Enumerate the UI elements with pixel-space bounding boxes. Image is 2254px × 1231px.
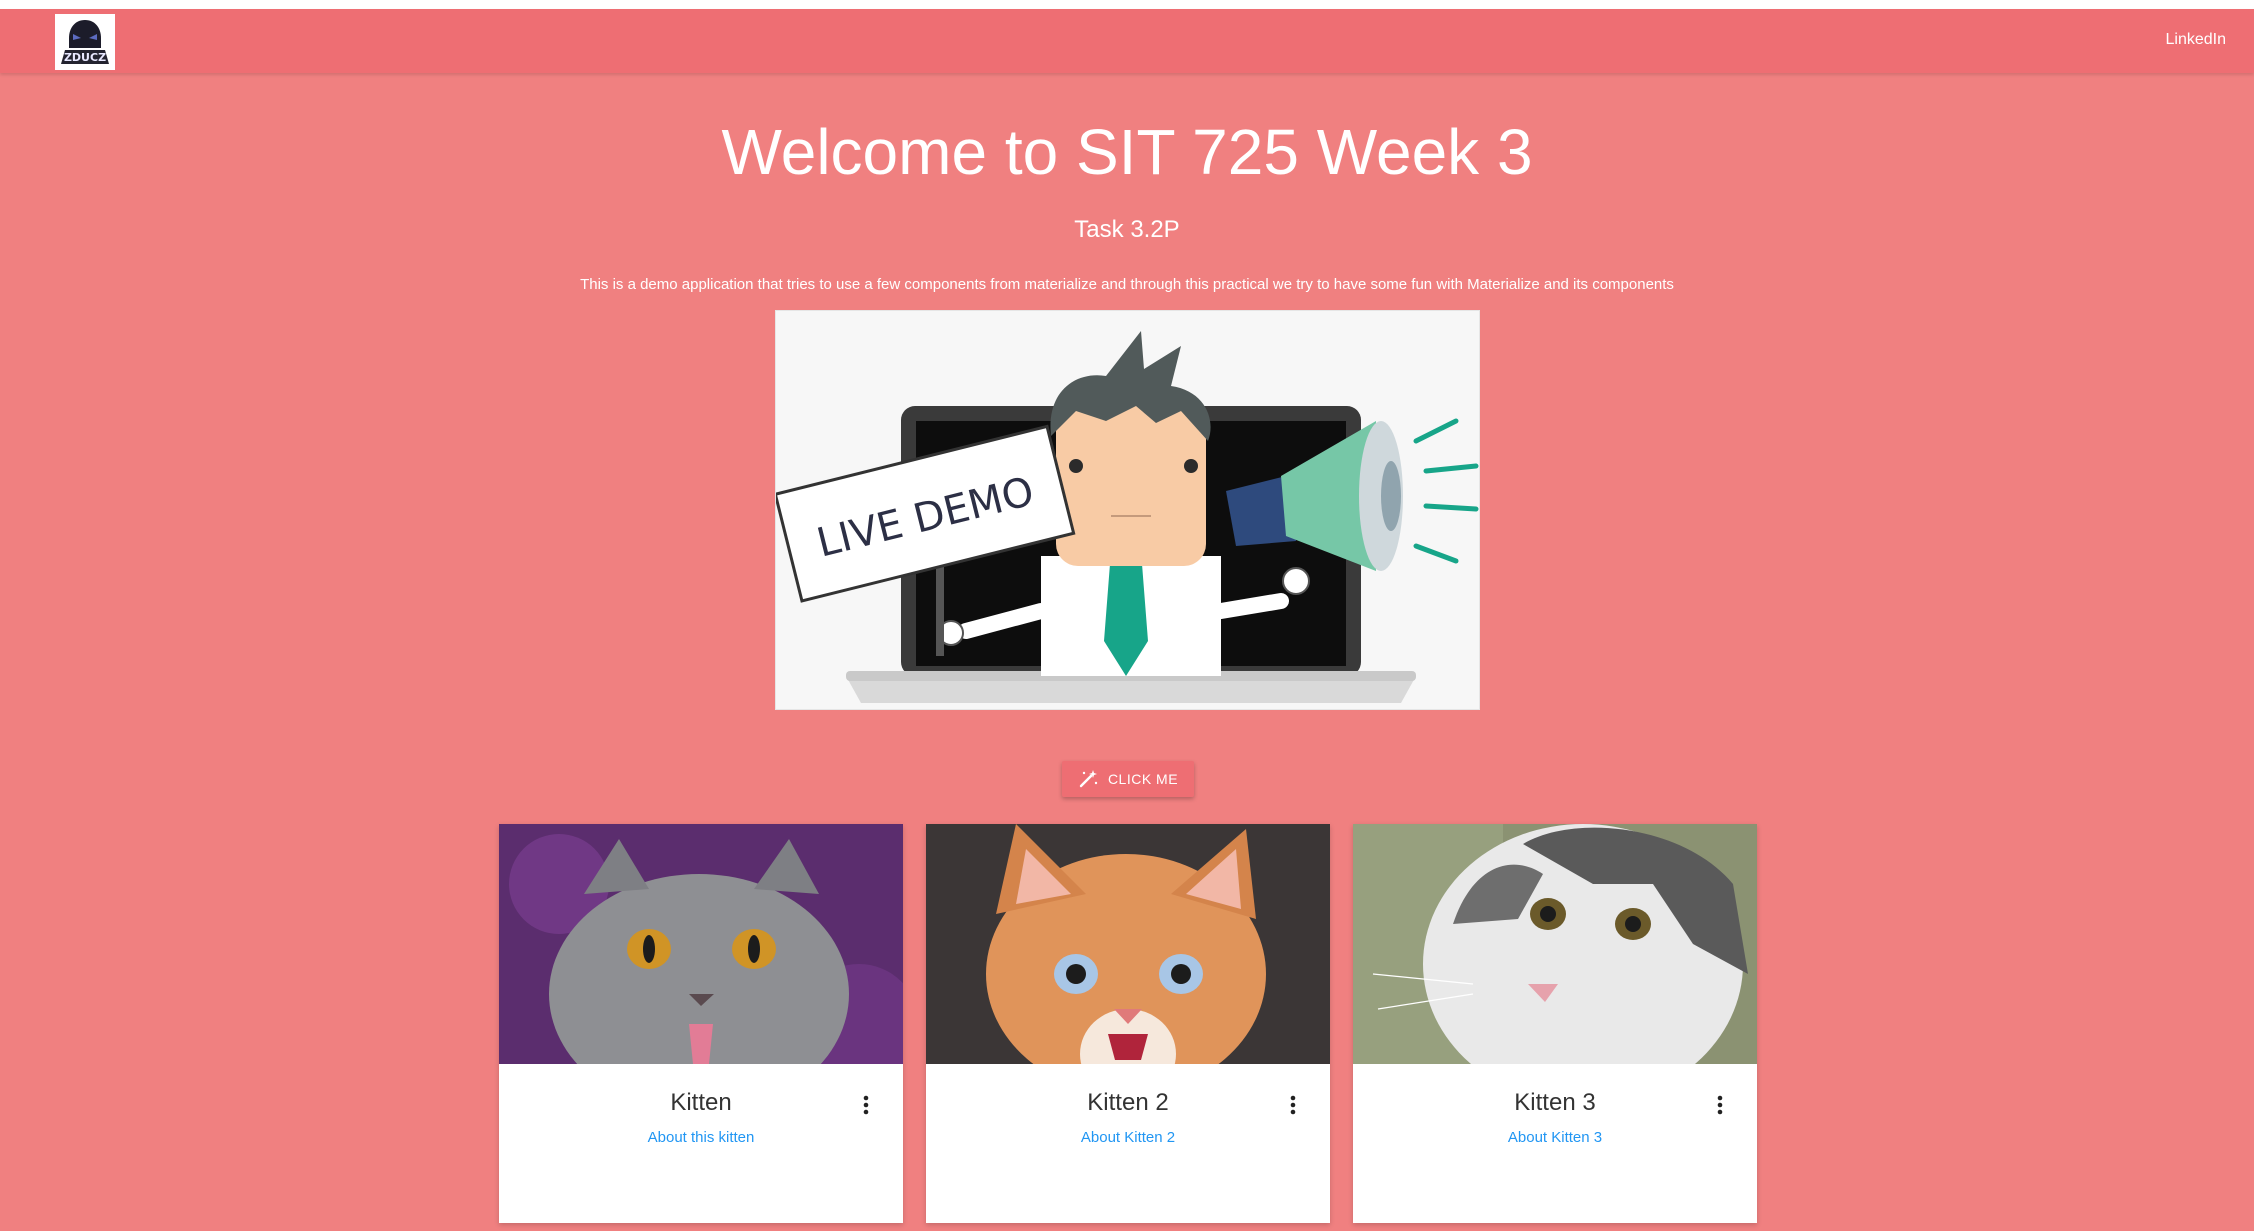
page-description: This is a demo application that tries to… <box>580 276 1674 293</box>
kitten-image-1[interactable] <box>499 824 903 1064</box>
page-title: Welcome to SIT 725 Week 3 <box>721 116 1533 188</box>
logo-icon: ZDUCZ <box>55 14 115 70</box>
kitten-card-3-title: Kitten 3 <box>1514 1089 1596 1116</box>
page-subtitle: Task 3.2P <box>1074 216 1180 243</box>
kitten-card-1-title: Kitten <box>670 1089 732 1116</box>
kitten-card-1-link[interactable]: About this kitten <box>499 1129 903 1146</box>
window-top-strip <box>0 0 2254 9</box>
kitten-card-1: Kitten About this kitten <box>499 824 903 1223</box>
kitten-image-3[interactable] <box>1353 824 1757 1064</box>
svg-text:ZDUCZ: ZDUCZ <box>64 51 106 64</box>
navbar: ZDUCZ LinkedIn <box>0 9 2254 73</box>
linkedin-link[interactable]: LinkedIn <box>2166 31 2227 49</box>
click-me-button[interactable]: CLICK ME <box>1062 761 1194 797</box>
more-vert-icon[interactable] <box>1288 1094 1298 1116</box>
kitten-card-2-title: Kitten 2 <box>1087 1089 1169 1116</box>
live-demo-image: LIVE DEMO <box>775 310 1480 710</box>
kitten-card-3-link[interactable]: About Kitten 3 <box>1353 1129 1757 1146</box>
magic-wand-icon <box>1079 770 1098 788</box>
more-vert-icon[interactable] <box>861 1094 871 1116</box>
kitten-image-2[interactable] <box>926 824 1330 1064</box>
kitten-card-2-link[interactable]: About Kitten 2 <box>926 1129 1330 1146</box>
kitten-card-3: Kitten 3 About Kitten 3 <box>1353 824 1757 1223</box>
brand-logo[interactable]: ZDUCZ <box>55 14 115 70</box>
more-vert-icon[interactable] <box>1715 1094 1725 1116</box>
click-me-label: CLICK ME <box>1107 771 1179 787</box>
kitten-card-2: Kitten 2 About Kitten 2 <box>926 824 1330 1223</box>
